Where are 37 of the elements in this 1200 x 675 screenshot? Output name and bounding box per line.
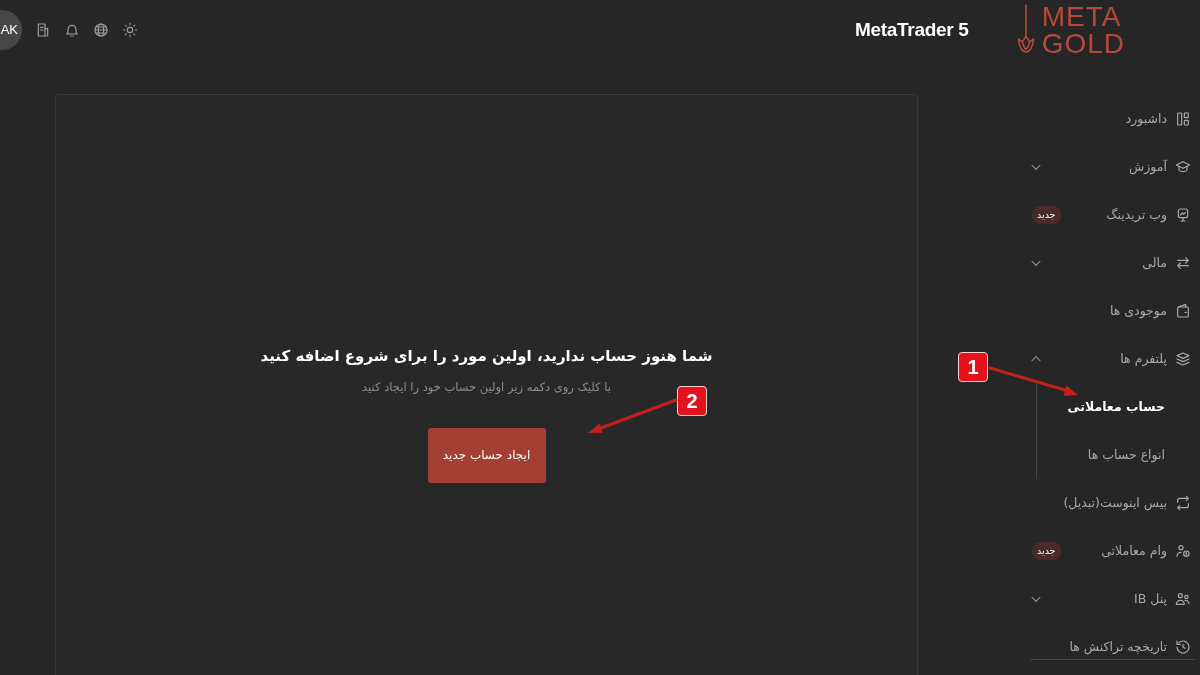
logo-text: META — [1041, 3, 1123, 30]
new-badge: جدید — [1032, 205, 1061, 225]
person-coin-icon — [1175, 543, 1191, 559]
logo-text: GOLD — [1041, 30, 1125, 57]
platform-title: MetaTrader 5 — [855, 17, 969, 42]
create-account-button[interactable]: ایجاد حساب جدید — [427, 427, 546, 483]
sidebar-item[interactable]: تاریخچه تراکنش ها — [1028, 623, 1200, 671]
sidebar-item[interactable]: بیس اینوست(تبدیل) — [1028, 479, 1200, 527]
wallet-icon — [1175, 303, 1191, 319]
globe-icon[interactable] — [93, 22, 109, 38]
sidebar-item[interactable]: وب تریدینگ جدید — [1028, 191, 1200, 239]
sidebar-item[interactable]: پنل IB — [1028, 575, 1200, 623]
sidebar-item[interactable]: پلتفرم ها — [1028, 335, 1200, 383]
submenu-item[interactable]: انواع حساب ها — [1037, 431, 1200, 479]
empty-state-hint: با کلیک روی دکمه زیر اولین حساب خود را ایجاد کنید — [362, 378, 611, 396]
people-icon — [1175, 591, 1191, 607]
sidebar-item[interactable]: داشبورد — [1028, 95, 1200, 143]
step-number: 1 — [958, 352, 988, 382]
user-avatar[interactable]: AK — [0, 10, 22, 50]
new-badge: جدید — [1032, 541, 1061, 561]
sidebar-item[interactable]: وام معاملاتی جدید — [1028, 527, 1200, 575]
graduation-cap-icon — [1175, 159, 1191, 175]
document-icon[interactable] — [35, 22, 51, 38]
sidebar-item[interactable]: موجودی ها — [1028, 287, 1200, 335]
history-icon — [1175, 639, 1191, 655]
sun-icon[interactable] — [122, 22, 138, 38]
swap-arrows-icon — [1175, 255, 1191, 271]
sidebar-item[interactable]: آموزش — [1028, 143, 1200, 191]
submenu-item[interactable]: حساب معاملاتی — [1037, 383, 1200, 431]
grid-icon — [1175, 111, 1191, 127]
step-number: 2 — [677, 386, 707, 416]
cycle-arrows-icon — [1175, 495, 1191, 511]
monitor-icon — [1175, 207, 1191, 223]
sidebar-item[interactable]: مالی — [1028, 239, 1200, 287]
notification-bell-icon[interactable] — [64, 22, 80, 38]
empty-state-title: شما هنوز حساب ندارید، اولین مورد را برای شروع اضافه کنید — [260, 346, 713, 367]
layers-icon — [1175, 351, 1191, 367]
